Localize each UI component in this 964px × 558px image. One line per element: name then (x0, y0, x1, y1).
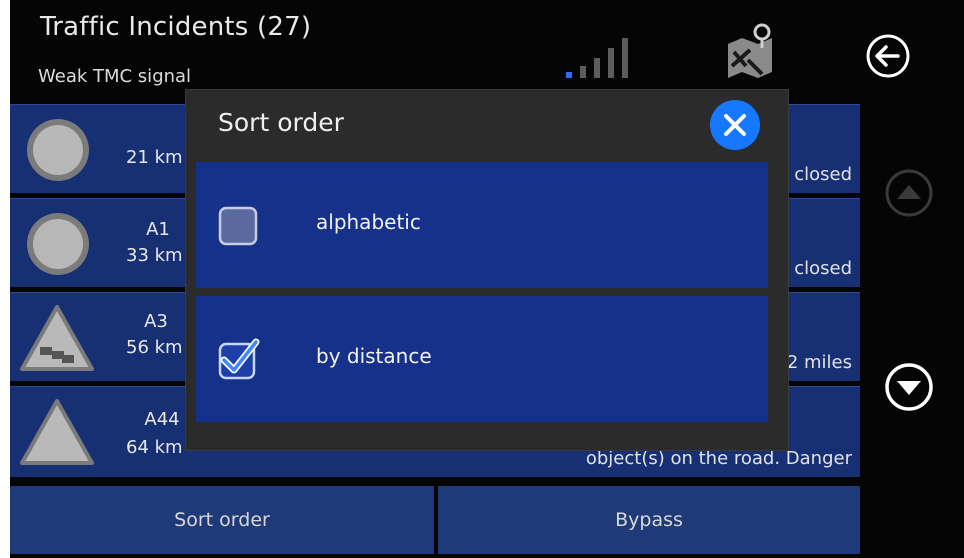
incident-info: 2 miles (786, 352, 852, 373)
scroll-down-icon[interactable] (878, 356, 940, 418)
incident-info: object(s) on the road. Danger (585, 448, 852, 469)
circle-restriction-icon (27, 213, 89, 275)
close-icon[interactable] (708, 98, 762, 152)
sort-option-alphabetic[interactable]: alphabetic (196, 162, 768, 288)
dialog-title: Sort order (218, 108, 344, 137)
scroll-up-icon[interactable] (878, 162, 940, 224)
checkbox-unchecked-icon[interactable] (206, 202, 266, 252)
back-arrow-icon[interactable] (864, 32, 912, 80)
checkbox-checked-icon[interactable] (206, 336, 266, 386)
sort-option-by-distance[interactable]: by distance (196, 296, 768, 422)
map-pin-icon[interactable] (722, 22, 778, 78)
page-title: Traffic Incidents (27) (40, 12, 312, 42)
option-label: alphabetic (316, 210, 421, 234)
incident-road: A3 (144, 311, 168, 332)
screen: Traffic Incidents (27) Weak TMC signal 2… (10, 0, 964, 558)
incident-distance: 56 km (126, 337, 183, 358)
sort-order-button[interactable]: Sort order (10, 486, 434, 554)
incident-distance: 33 km (126, 245, 183, 266)
incident-distance: 64 km (126, 437, 183, 458)
danger-warning-icon (20, 399, 94, 465)
option-label: by distance (316, 344, 432, 368)
sort-order-dialog: Sort order alphabetic by distance (186, 90, 788, 450)
signal-strength-icon (562, 34, 632, 78)
traffic-jam-warning-icon (20, 305, 94, 371)
bypass-button[interactable]: Bypass (438, 486, 860, 554)
tmc-status: Weak TMC signal (38, 66, 192, 87)
incident-info: closed (794, 164, 852, 185)
incident-distance: 21 km (126, 147, 183, 168)
circle-restriction-icon (27, 119, 89, 181)
incident-info: closed (794, 258, 852, 279)
